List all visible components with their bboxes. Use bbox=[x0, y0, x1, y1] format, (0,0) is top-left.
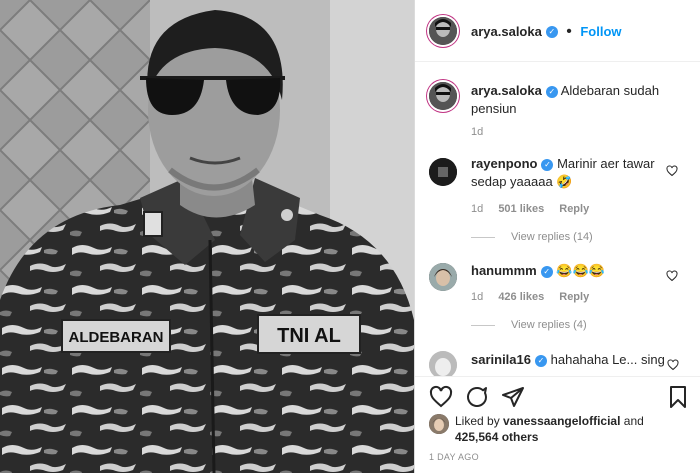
comment-username[interactable]: rayenpono bbox=[471, 156, 537, 171]
view-replies-label[interactable]: View replies (4) bbox=[511, 319, 587, 331]
verified-badge-icon: ✓ bbox=[545, 85, 558, 98]
caption-age[interactable]: 1d bbox=[471, 126, 483, 138]
caption: arya.saloka ✓ Aldebaran sudah pensiun bbox=[471, 82, 686, 118]
comment-emoji: 🤣 bbox=[556, 174, 573, 189]
reply-button[interactable]: Reply bbox=[559, 291, 589, 303]
post-timestamp[interactable]: 1 DAY AGO bbox=[429, 452, 479, 462]
heart-icon[interactable] bbox=[429, 385, 453, 409]
comment-meta: 1d 501 likes Reply bbox=[471, 203, 601, 215]
heart-icon[interactable] bbox=[667, 359, 679, 371]
post-photo[interactable]: ALDEBARAN TNI AL bbox=[0, 0, 414, 473]
comment-emoji: 😂😂😂 bbox=[556, 263, 605, 278]
author-avatar[interactable] bbox=[429, 17, 457, 45]
author-username[interactable]: arya.saloka bbox=[471, 24, 542, 39]
verified-badge-icon: ✓ bbox=[541, 158, 554, 171]
likes-summary: Liked by vanessaangelofficial and 425,56… bbox=[455, 413, 685, 445]
comment-item: rayenpono ✓ Marinir aer tawar sedap yaaaa… bbox=[471, 155, 686, 191]
comment-likes[interactable]: 501 likes bbox=[498, 203, 544, 215]
comment-icon[interactable] bbox=[465, 385, 489, 409]
view-replies-label[interactable]: View replies (14) bbox=[511, 231, 593, 243]
likes-count[interactable]: 425,564 others bbox=[455, 430, 538, 444]
heart-icon[interactable] bbox=[666, 165, 678, 177]
view-replies[interactable]: View replies (14) bbox=[471, 231, 593, 243]
comment-clip: sarinila16 ✓ hahahaha Le... sing bbox=[415, 345, 700, 376]
reply-button[interactable]: Reply bbox=[559, 203, 589, 215]
verified-badge-icon: ✓ bbox=[535, 354, 547, 367]
caption-meta: 1d bbox=[471, 126, 495, 138]
post-sidebar: arya.saloka ✓ • Follow arya.saloka ✓ Aldeb… bbox=[414, 0, 700, 473]
header-separator: • bbox=[566, 23, 572, 40]
bookmark-icon[interactable] bbox=[668, 385, 688, 409]
likes-and: and bbox=[623, 414, 644, 428]
caption-username[interactable]: arya.saloka bbox=[471, 83, 542, 98]
unit-tag-text: TNI AL bbox=[277, 325, 341, 347]
post-header: arya.saloka ✓ • Follow bbox=[415, 0, 700, 62]
post-actions: Liked by vanessaangelofficial and 425,56… bbox=[415, 376, 700, 473]
caption-avatar[interactable] bbox=[429, 82, 457, 110]
share-icon[interactable] bbox=[501, 385, 525, 409]
view-replies[interactable]: View replies (4) bbox=[471, 319, 587, 331]
replies-divider bbox=[471, 324, 495, 326]
comment-item: hanummm ✓ 😂😂😂 bbox=[471, 262, 686, 280]
comment-age[interactable]: 1d bbox=[471, 203, 483, 215]
comment-meta: 1d 426 likes Reply bbox=[471, 291, 601, 303]
comment-username[interactable]: hanummm bbox=[471, 263, 537, 278]
comment-avatar[interactable] bbox=[429, 158, 457, 186]
comment-avatar[interactable] bbox=[429, 263, 457, 291]
comment-item: sarinila16 ✓ hahahaha Le... sing bbox=[471, 351, 686, 369]
comment-likes[interactable]: 426 likes bbox=[498, 291, 544, 303]
heart-icon[interactable] bbox=[666, 270, 678, 282]
liker-username[interactable]: vanessaangelofficial bbox=[503, 414, 620, 428]
verified-badge-icon: ✓ bbox=[540, 265, 553, 278]
likes-prefix: Liked by bbox=[455, 414, 500, 428]
replies-divider bbox=[471, 236, 495, 238]
comment-avatar[interactable] bbox=[429, 351, 457, 376]
follow-button[interactable]: Follow bbox=[580, 24, 621, 39]
liker-avatar[interactable] bbox=[429, 414, 449, 434]
comment-username[interactable]: sarinila16 bbox=[471, 352, 531, 367]
name-tag-text: ALDEBARAN bbox=[69, 329, 164, 346]
comment-age[interactable]: 1d bbox=[471, 291, 483, 303]
comment-text: hahahaha Le... sing bbox=[550, 352, 665, 367]
verified-badge-icon: ✓ bbox=[545, 25, 558, 38]
